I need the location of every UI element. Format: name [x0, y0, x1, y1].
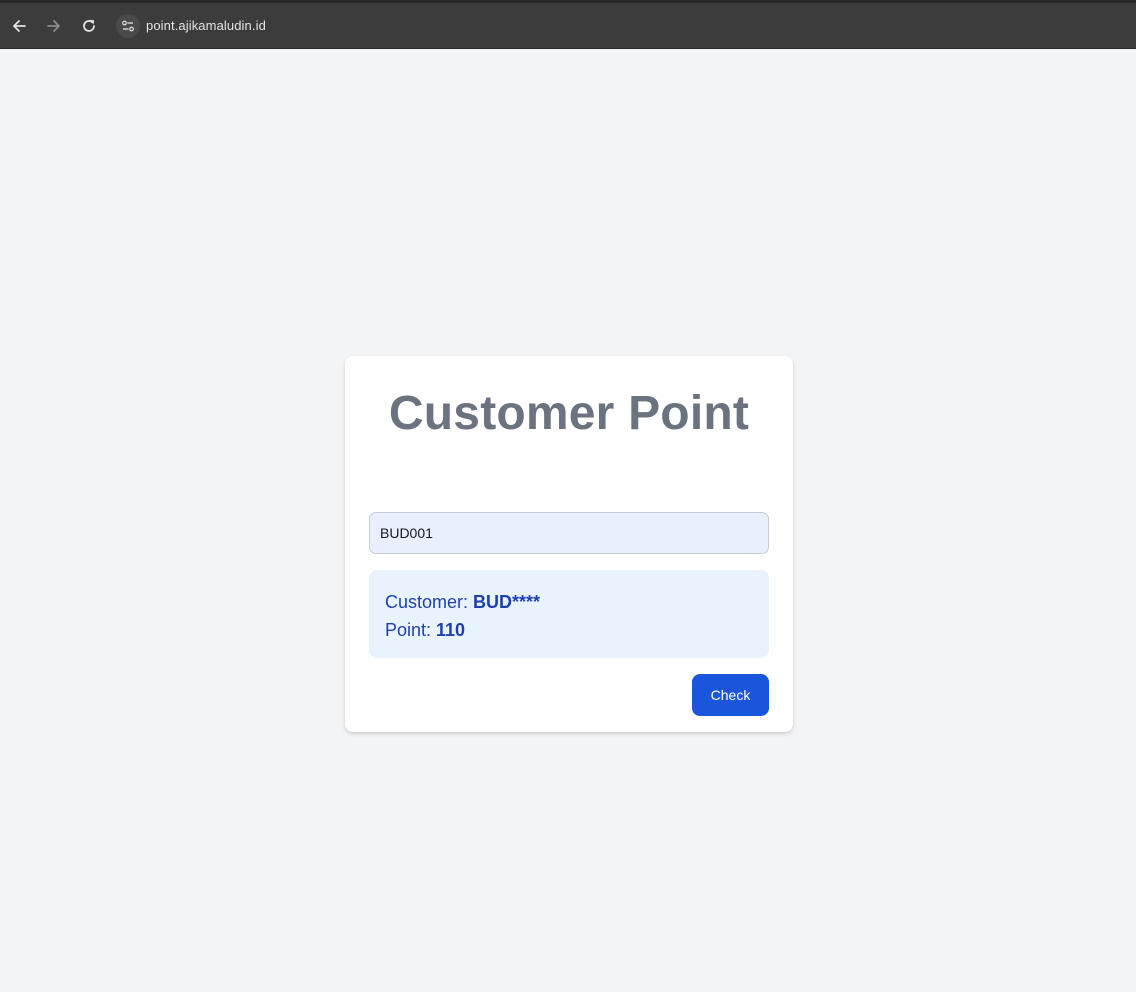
page-title: Customer Point — [388, 387, 750, 440]
browser-toolbar: point.ajikamaludin.id — [0, 0, 1136, 49]
site-settings-icon[interactable] — [116, 13, 140, 38]
point-value: 110 — [436, 620, 466, 640]
forward-arrow-icon — [46, 18, 62, 34]
customer-value: BUD**** — [473, 592, 541, 612]
customer-code-input[interactable] — [369, 512, 769, 554]
back-arrow-icon — [11, 18, 27, 34]
customer-line: Customer: BUD**** — [385, 588, 753, 616]
reload-button[interactable] — [72, 9, 106, 43]
point-label: Point: — [385, 620, 437, 640]
reload-icon — [81, 18, 97, 34]
back-button[interactable] — [2, 9, 36, 43]
result-panel: Customer: BUD**** Point: 110 — [369, 570, 769, 658]
address-bar[interactable]: point.ajikamaludin.id — [110, 9, 280, 43]
customer-label: Customer: — [385, 592, 474, 612]
forward-button[interactable] — [37, 9, 71, 43]
check-button[interactable]: Check — [692, 674, 769, 716]
customer-point-card: Customer Point Customer: BUD**** Point: … — [345, 356, 793, 732]
page-body: Customer Point Customer: BUD**** Point: … — [0, 49, 1136, 992]
point-line: Point: 110 — [385, 616, 753, 644]
url-text: point.ajikamaludin.id — [146, 18, 266, 33]
